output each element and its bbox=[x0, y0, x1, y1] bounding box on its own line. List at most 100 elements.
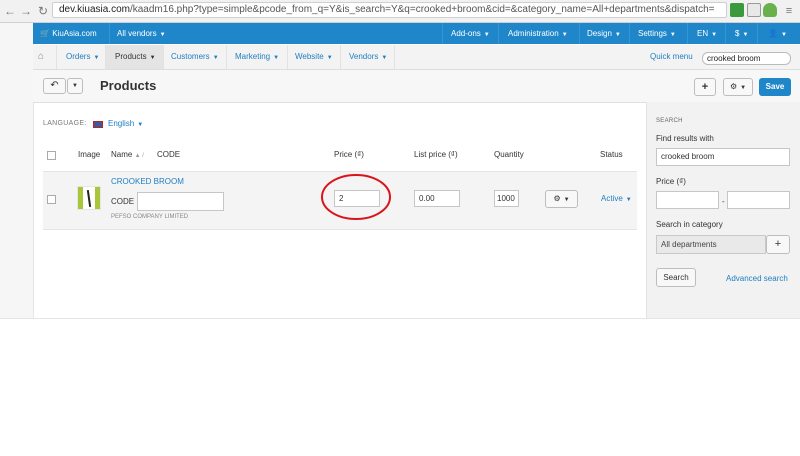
chevron-down-icon: ▼ bbox=[563, 197, 570, 203]
nav-orders[interactable]: Orders ▼ bbox=[66, 45, 99, 69]
nav-customers-label: Customers bbox=[171, 52, 210, 61]
price-to-input[interactable] bbox=[727, 191, 790, 209]
chevron-down-icon: ▼ bbox=[149, 55, 156, 61]
chevron-down-icon: ▼ bbox=[326, 55, 333, 61]
find-results-label: Find results with bbox=[656, 134, 714, 143]
header-code[interactable]: CODE bbox=[157, 150, 180, 159]
price-from-input[interactable] bbox=[656, 191, 719, 209]
row-actions-button[interactable]: ⚙ ▼ bbox=[545, 190, 578, 208]
nav-vendors-label: Vendors bbox=[349, 52, 379, 61]
header-price[interactable]: Price (₫) bbox=[334, 150, 364, 159]
forward-arrow-icon[interactable]: → bbox=[19, 4, 33, 18]
divider bbox=[498, 23, 499, 44]
annotation-circle bbox=[321, 174, 391, 220]
divider bbox=[56, 45, 57, 69]
header-name[interactable]: Name ▲ / bbox=[111, 150, 144, 159]
list-price-input[interactable]: 0.00 bbox=[414, 190, 460, 207]
chevron-down-icon: ▼ bbox=[561, 32, 568, 38]
chevron-down-icon: ▼ bbox=[711, 32, 718, 38]
quick-menu-link[interactable]: Quick menu bbox=[650, 45, 693, 69]
language-label: LANGUAGE: bbox=[43, 120, 87, 127]
currency-symbol: $ bbox=[735, 29, 740, 38]
add-product-button[interactable]: + bbox=[694, 78, 716, 96]
user-icon: 👤 bbox=[768, 29, 778, 38]
settings-dropdown-button[interactable]: ⚙ ▼ bbox=[723, 78, 753, 96]
settings-menu[interactable]: Settings ▼ bbox=[638, 23, 676, 44]
language-dropdown[interactable]: English ▼ bbox=[108, 119, 143, 128]
currency-menu[interactable]: $ ▼ bbox=[735, 23, 748, 44]
back-button[interactable]: ↶ bbox=[43, 78, 66, 94]
product-name-link[interactable]: CROOKED BROOM bbox=[111, 177, 184, 186]
url-path: /kaadm16.php?type=simple&pcode_from_q=Y&… bbox=[129, 4, 715, 15]
vendors-dropdown[interactable]: All vendors ▼ bbox=[117, 23, 166, 44]
settings-label: Settings bbox=[638, 29, 667, 38]
header-status[interactable]: Status bbox=[600, 150, 623, 159]
chevron-down-icon: ▼ bbox=[72, 83, 78, 89]
menu-icon[interactable]: ≡ bbox=[782, 4, 796, 18]
divider bbox=[340, 45, 341, 69]
sidebar-heading: SEARCH bbox=[656, 118, 683, 124]
header-name-label: Name bbox=[111, 150, 133, 159]
quick-search-input[interactable]: crooked broom bbox=[702, 52, 791, 65]
chevron-down-icon: ▼ bbox=[159, 32, 166, 38]
price-range-dash: - bbox=[722, 197, 725, 206]
header-list-price[interactable]: List price (₫) bbox=[414, 150, 458, 159]
save-button[interactable]: Save bbox=[759, 78, 791, 96]
extension-android-icon[interactable] bbox=[763, 3, 777, 17]
addons-menu[interactable]: Add-ons ▼ bbox=[451, 23, 490, 44]
category-select[interactable]: All departments bbox=[656, 235, 766, 254]
nav-products[interactable]: Products ▼ bbox=[106, 45, 163, 69]
nav-orders-label: Orders bbox=[66, 52, 91, 61]
nav-website[interactable]: Website ▼ bbox=[295, 45, 333, 69]
url-domain: dev.kiuasia.com bbox=[59, 4, 130, 15]
status-dropdown[interactable]: Active ▼ bbox=[601, 194, 632, 203]
left-gutter bbox=[0, 23, 34, 319]
divider bbox=[109, 23, 110, 44]
store-link[interactable]: 🛒 KiuAsia.com bbox=[40, 23, 97, 44]
product-thumbnail[interactable] bbox=[77, 186, 101, 210]
gear-icon: ⚙ bbox=[729, 82, 738, 91]
nav-marketing[interactable]: Marketing ▼ bbox=[235, 45, 279, 69]
divider bbox=[287, 45, 288, 69]
chevron-down-icon: ▼ bbox=[212, 55, 219, 61]
select-all-checkbox[interactable] bbox=[47, 151, 56, 160]
search-button[interactable]: Search bbox=[656, 268, 696, 287]
user-menu[interactable]: 👤 ▼ bbox=[768, 23, 787, 44]
find-results-input[interactable]: crooked broom bbox=[656, 148, 790, 166]
chevron-down-icon: ▼ bbox=[137, 122, 144, 128]
content-bottom-border bbox=[0, 318, 800, 319]
row-checkbox[interactable] bbox=[47, 195, 56, 204]
back-dropdown-button[interactable]: ▼ bbox=[67, 78, 83, 94]
extension-page-icon[interactable] bbox=[747, 3, 761, 17]
divider bbox=[442, 23, 443, 44]
chevron-down-icon: ▼ bbox=[740, 85, 747, 91]
back-arrow-icon[interactable]: ← bbox=[3, 4, 17, 18]
extension-cart-icon[interactable] bbox=[730, 3, 744, 17]
nav-vendors[interactable]: Vendors ▼ bbox=[349, 45, 387, 69]
nav-customers[interactable]: Customers ▼ bbox=[171, 45, 219, 69]
advanced-search-link[interactable]: Advanced search bbox=[726, 274, 788, 283]
product-code-input[interactable] bbox=[137, 192, 224, 211]
page-title: Products bbox=[100, 78, 157, 93]
chevron-down-icon: ▼ bbox=[780, 32, 787, 38]
gear-icon: ⚙ bbox=[553, 194, 561, 203]
chevron-down-icon: ▼ bbox=[93, 55, 100, 61]
divider bbox=[629, 23, 630, 44]
quantity-input[interactable]: 1000 bbox=[494, 190, 519, 207]
reload-icon[interactable]: ↻ bbox=[36, 4, 50, 18]
design-menu[interactable]: Design ▼ bbox=[587, 23, 621, 44]
vendor-name: PEFSO COMPANY LIMITED bbox=[111, 214, 189, 220]
header-quantity[interactable]: Quantity bbox=[494, 150, 524, 159]
chevron-down-icon: ▼ bbox=[614, 32, 621, 38]
language-menu[interactable]: EN ▼ bbox=[697, 23, 717, 44]
nav-website-label: Website bbox=[295, 52, 324, 61]
category-picker-button[interactable]: + bbox=[766, 235, 790, 254]
language-code: EN bbox=[697, 29, 709, 38]
administration-menu[interactable]: Administration ▼ bbox=[508, 23, 568, 44]
store-icon: 🛒 bbox=[40, 29, 50, 38]
home-icon[interactable]: ⌂ bbox=[38, 45, 44, 69]
chevron-down-icon: ▼ bbox=[483, 32, 490, 38]
plus-icon: + bbox=[774, 238, 782, 250]
address-bar[interactable]: dev.kiuasia.com/kaadm16.php?type=simple&… bbox=[52, 2, 727, 18]
chevron-down-icon: ▼ bbox=[381, 55, 388, 61]
